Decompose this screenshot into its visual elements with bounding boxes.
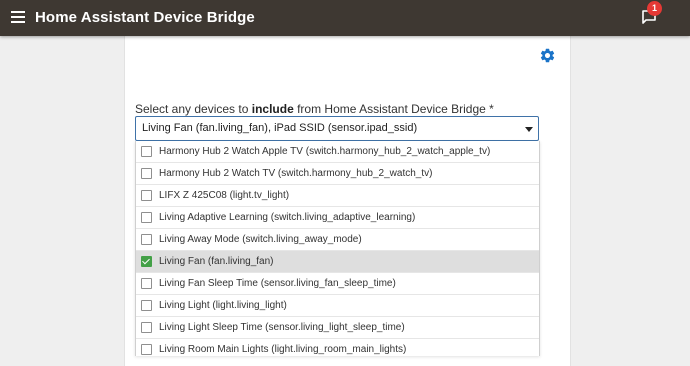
option-checkbox[interactable] xyxy=(141,278,152,289)
device-multiselect[interactable]: Living Fan (fan.living_fan), iPad SSID (… xyxy=(135,116,539,141)
option-label: Living Adaptive Learning (switch.living_… xyxy=(159,212,416,223)
option-label: Living Light Sleep Time (sensor.living_l… xyxy=(159,322,405,333)
device-option[interactable]: Living Light Sleep Time (sensor.living_l… xyxy=(136,317,539,339)
device-option[interactable]: Living Room Main Lights (light.living_ro… xyxy=(136,339,539,356)
option-label: Living Fan (fan.living_fan) xyxy=(159,256,274,267)
option-label: Living Fan Sleep Time (sensor.living_fan… xyxy=(159,278,396,289)
checkmark-icon[interactable] xyxy=(141,256,152,267)
option-label: Living Light (light.living_light) xyxy=(159,300,287,311)
option-checkbox[interactable] xyxy=(141,212,152,223)
app-title: Home Assistant Device Bridge xyxy=(35,9,255,26)
notification-badge: 1 xyxy=(647,1,662,16)
option-checkbox[interactable] xyxy=(141,146,152,157)
option-checkbox[interactable] xyxy=(141,234,152,245)
device-option-selected[interactable]: Living Fan (fan.living_fan) xyxy=(136,251,539,273)
option-label: Harmony Hub 2 Watch TV (switch.harmony_h… xyxy=(159,168,433,179)
caret-down-icon[interactable] xyxy=(525,127,533,132)
include-keyword: include xyxy=(251,102,294,116)
option-checkbox[interactable] xyxy=(141,344,152,355)
option-label: Harmony Hub 2 Watch Apple TV (switch.har… xyxy=(159,146,491,157)
option-checkbox[interactable] xyxy=(141,322,152,333)
option-checkbox[interactable] xyxy=(141,190,152,201)
device-option[interactable]: LIFX Z 425C08 (light.tv_light) xyxy=(136,185,539,207)
option-checkbox[interactable] xyxy=(141,300,152,311)
option-label: Living Room Main Lights (light.living_ro… xyxy=(159,344,407,355)
device-option[interactable]: Living Adaptive Learning (switch.living_… xyxy=(136,207,539,229)
selected-devices-value: Living Fan (fan.living_fan), iPad SSID (… xyxy=(142,122,418,134)
option-label: LIFX Z 425C08 (light.tv_light) xyxy=(159,190,290,201)
device-option[interactable]: Harmony Hub 2 Watch Apple TV (switch.har… xyxy=(136,141,539,163)
gear-icon[interactable] xyxy=(539,47,556,64)
option-checkbox[interactable] xyxy=(141,168,152,179)
device-option[interactable]: Living Away Mode (switch.living_away_mod… xyxy=(136,229,539,251)
device-option[interactable]: Harmony Hub 2 Watch TV (switch.harmony_h… xyxy=(136,163,539,185)
device-option[interactable]: Living Light (light.living_light) xyxy=(136,295,539,317)
device-options-list[interactable]: Harmony Hub 2 Watch Apple TV (switch.har… xyxy=(135,141,540,356)
device-option[interactable]: Living Fan Sleep Time (sensor.living_fan… xyxy=(136,273,539,295)
menu-icon[interactable] xyxy=(11,11,25,23)
device-select-label: Select any devices to include from Home … xyxy=(135,102,494,116)
top-app-bar: Home Assistant Device Bridge 1 xyxy=(0,0,690,36)
option-label: Living Away Mode (switch.living_away_mod… xyxy=(159,234,362,245)
